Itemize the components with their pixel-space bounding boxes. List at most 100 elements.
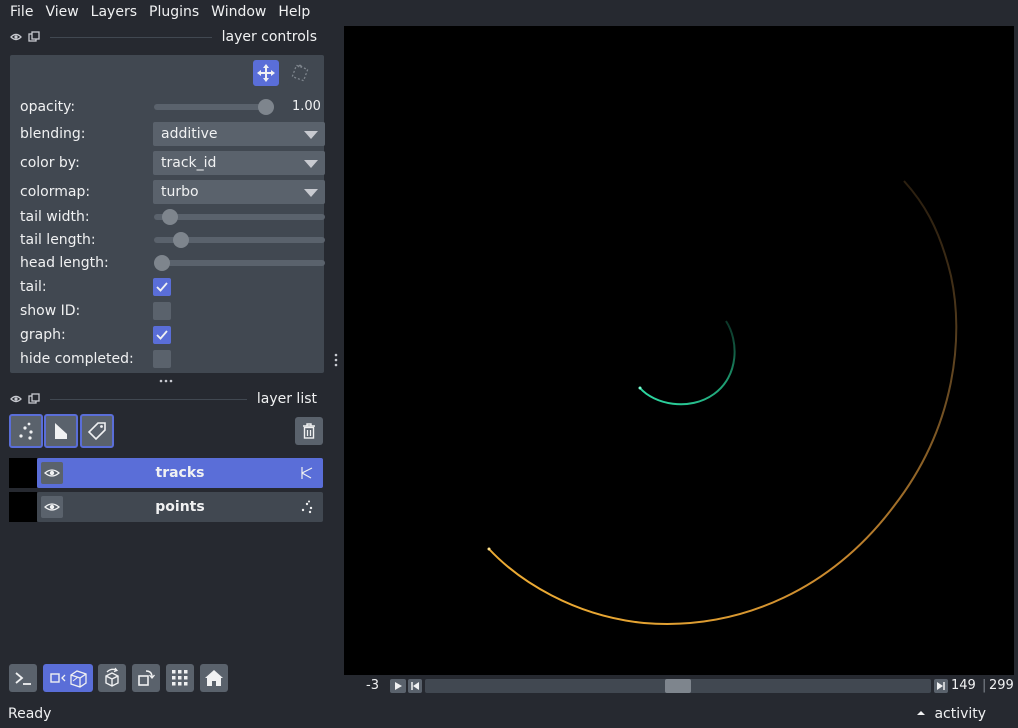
hide-completed-label: hide completed: xyxy=(20,351,134,367)
console-icon xyxy=(15,672,31,685)
menu-file[interactable]: File xyxy=(4,0,39,24)
chevron-down-icon xyxy=(304,131,318,139)
hide-completed-row: hide completed: xyxy=(20,348,320,370)
menubar: File View Layers Plugins Window Help xyxy=(0,0,1018,24)
eye-float-icon[interactable] xyxy=(10,393,22,405)
tail-length-label: tail length: xyxy=(20,232,96,248)
layer-item-tracks[interactable]: tracks xyxy=(37,458,323,488)
opacity-slider-handle[interactable] xyxy=(258,99,274,115)
head-length-label: head length: xyxy=(20,255,109,271)
vertical-dots-icon xyxy=(334,353,338,367)
panel-splitter-handle[interactable] xyxy=(158,372,174,388)
delete-layer-button[interactable] xyxy=(295,417,323,445)
roll-icon xyxy=(105,667,119,687)
blending-value: additive xyxy=(161,126,218,142)
pan-zoom-button[interactable] xyxy=(253,60,279,86)
transform-icon xyxy=(291,64,309,82)
menu-layers[interactable]: Layers xyxy=(85,0,143,24)
step-forward-button[interactable] xyxy=(934,679,948,693)
menu-plugins[interactable]: Plugins xyxy=(143,0,205,24)
activity-button[interactable]: activity xyxy=(916,706,986,722)
axis-label[interactable]: -3 xyxy=(366,678,379,693)
graph-label: graph: xyxy=(20,327,66,343)
step-forward-icon xyxy=(937,682,945,690)
horizontal-dots-icon xyxy=(159,379,173,383)
layer-thumbnail xyxy=(9,492,37,522)
layer-row-points[interactable]: points xyxy=(9,492,323,522)
inner-track-line xyxy=(639,320,736,406)
head-length-slider-handle[interactable] xyxy=(154,255,170,271)
activity-label: activity xyxy=(934,706,987,722)
blending-label: blending: xyxy=(20,126,86,142)
graph-row: graph: xyxy=(20,324,320,346)
outer-track-line xyxy=(488,180,958,625)
layer-name[interactable]: tracks xyxy=(67,458,293,488)
layer-item-points[interactable]: points xyxy=(37,492,323,522)
opacity-slider[interactable] xyxy=(154,104,274,110)
new-shapes-layer-icon xyxy=(55,423,67,439)
pan-zoom-icon xyxy=(257,64,275,82)
new-labels-layer-button[interactable] xyxy=(80,414,114,448)
tracks-render xyxy=(487,180,958,625)
viewer-canvas[interactable] xyxy=(344,26,1014,675)
console-button[interactable] xyxy=(9,664,37,692)
hide-completed-checkbox[interactable] xyxy=(153,350,171,368)
tail-width-slider[interactable] xyxy=(154,214,325,220)
menu-help[interactable]: Help xyxy=(272,0,316,24)
layer-list-header: layer list xyxy=(0,387,325,411)
undock-icon[interactable] xyxy=(28,31,40,43)
status-bar: Ready activity xyxy=(0,700,1018,728)
graph-checkbox[interactable] xyxy=(153,326,171,344)
max-frame-value: 299 xyxy=(989,678,1014,693)
tail-width-row: tail width: xyxy=(20,206,325,228)
transpose-icon xyxy=(138,670,155,686)
tail-checkbox[interactable] xyxy=(153,278,171,296)
color-by-label: color by: xyxy=(20,155,80,171)
delete-layer-icon xyxy=(303,423,315,439)
dims-slider-handle[interactable] xyxy=(665,679,691,693)
tail-width-slider-handle[interactable] xyxy=(161,209,178,225)
dock-splitter-handle[interactable] xyxy=(333,352,339,372)
frame-separator: | xyxy=(982,678,987,693)
head-length-row: head length: xyxy=(20,252,325,274)
menu-window[interactable]: Window xyxy=(205,0,272,24)
current-frame-value[interactable]: 149 xyxy=(951,678,976,693)
checkmark-icon xyxy=(156,330,168,340)
play-icon xyxy=(395,682,402,690)
new-shapes-layer-button[interactable] xyxy=(44,414,78,448)
play-button[interactable] xyxy=(390,679,406,693)
layer-name[interactable]: points xyxy=(67,492,293,522)
layer-controls-title: layer controls xyxy=(221,29,317,45)
transpose-button[interactable] xyxy=(132,664,160,692)
tail-label: tail: xyxy=(20,279,47,295)
ndisplay-toggle-button[interactable] xyxy=(43,664,93,692)
home-button[interactable] xyxy=(200,664,228,692)
visibility-toggle[interactable] xyxy=(41,496,63,518)
transform-button[interactable] xyxy=(287,60,313,86)
eye-float-icon[interactable] xyxy=(10,31,22,43)
step-back-button[interactable] xyxy=(408,679,422,693)
color-by-value: track_id xyxy=(161,155,217,171)
checkmark-icon xyxy=(156,282,168,292)
layer-thumbnail xyxy=(9,458,37,488)
chevron-down-icon xyxy=(304,160,318,168)
grid-view-button[interactable] xyxy=(166,664,194,692)
show-id-label: show ID: xyxy=(20,303,81,319)
layer-controls-header: layer controls xyxy=(0,25,325,49)
header-divider xyxy=(50,36,212,38)
menu-view[interactable]: View xyxy=(39,0,84,24)
visibility-toggle[interactable] xyxy=(41,462,63,484)
show-id-checkbox[interactable] xyxy=(153,302,171,320)
new-points-layer-icon xyxy=(19,422,33,440)
new-points-layer-button[interactable] xyxy=(9,414,43,448)
roll-button[interactable] xyxy=(98,664,126,692)
blending-dropdown[interactable]: additive xyxy=(153,122,325,146)
head-length-slider[interactable] xyxy=(154,260,325,266)
undock-icon[interactable] xyxy=(28,393,40,405)
colormap-dropdown[interactable]: turbo xyxy=(153,180,325,204)
tail-length-slider-handle[interactable] xyxy=(172,232,189,248)
colormap-label: colormap: xyxy=(20,184,91,200)
layer-row-tracks[interactable]: tracks xyxy=(9,458,323,488)
chevron-up-icon xyxy=(917,711,925,715)
color-by-dropdown[interactable]: track_id xyxy=(153,151,325,175)
